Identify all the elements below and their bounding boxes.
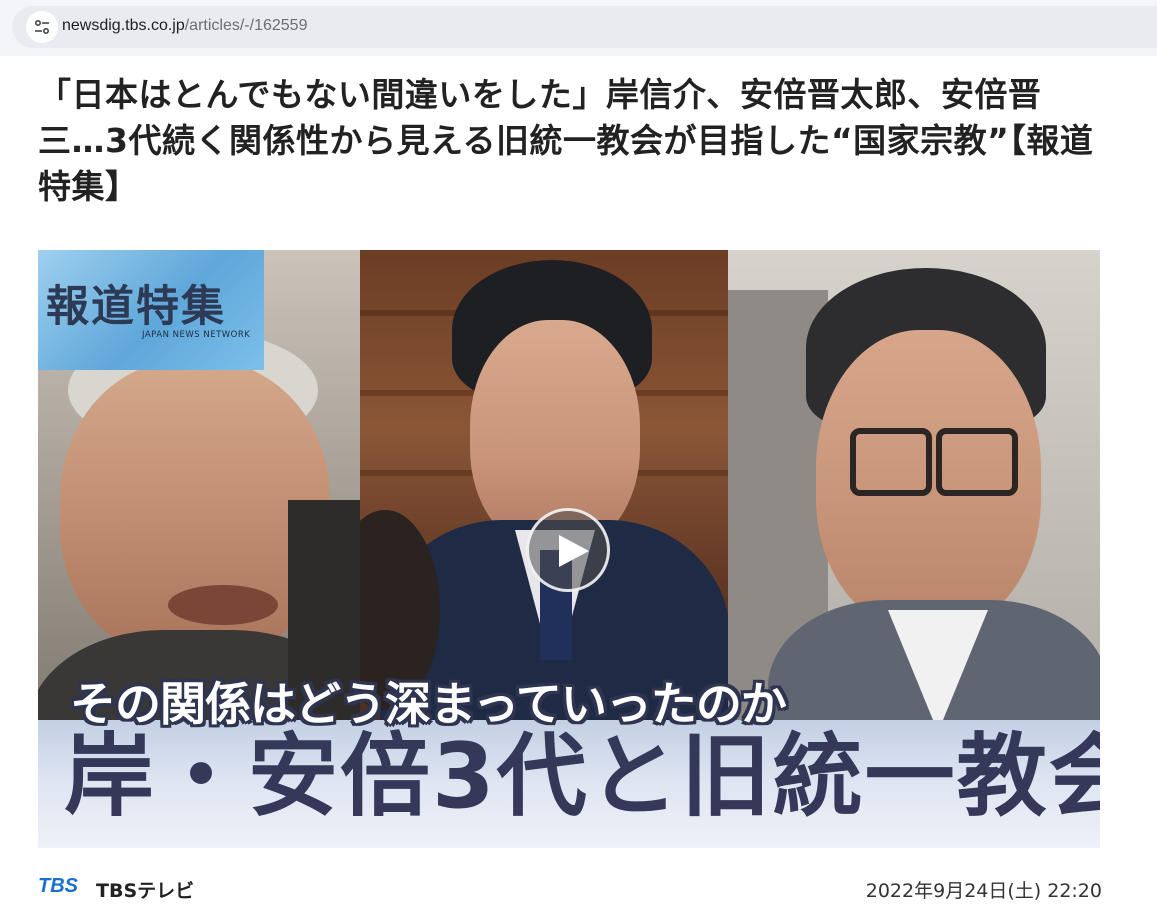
tbs-logo[interactable]: TBS: [38, 875, 78, 898]
caption-title: 岸・安倍3代と旧統一教会: [64, 724, 1100, 829]
site-info-icon[interactable]: [26, 11, 58, 43]
url-path: /articles/-/162559: [184, 17, 308, 34]
play-icon: [559, 535, 589, 567]
article-headline: 「日本はとんでもない間違いをした」岸信介、安倍晋太郎、安倍晋三…3代続く関係性か…: [38, 75, 1094, 206]
play-button[interactable]: [526, 508, 610, 592]
url-text[interactable]: newsdig.tbs.co.jp/articles/-/162559: [62, 17, 307, 35]
video-thumbnail[interactable]: 報道特集 JAPAN NEWS NETWORK その関係はどう深まっていったのか…: [38, 250, 1100, 848]
url-host: newsdig.tbs.co.jp: [62, 17, 185, 34]
program-logo-title: 報道特集: [46, 282, 226, 332]
program-logo: 報道特集 JAPAN NEWS NETWORK: [38, 250, 264, 370]
browser-toolbar: newsdig.tbs.co.jp/articles/-/162559: [0, 0, 1157, 56]
article-byline: TBS TBSテレビ 2022年9月24日(土) 22:20: [38, 872, 1102, 902]
source-name[interactable]: TBSテレビ: [96, 876, 194, 903]
program-logo-subtitle: JAPAN NEWS NETWORK: [142, 330, 251, 340]
address-bar[interactable]: newsdig.tbs.co.jp/articles/-/162559: [12, 6, 1157, 48]
publish-date: 2022年9月24日(土) 22:20: [865, 880, 1102, 902]
